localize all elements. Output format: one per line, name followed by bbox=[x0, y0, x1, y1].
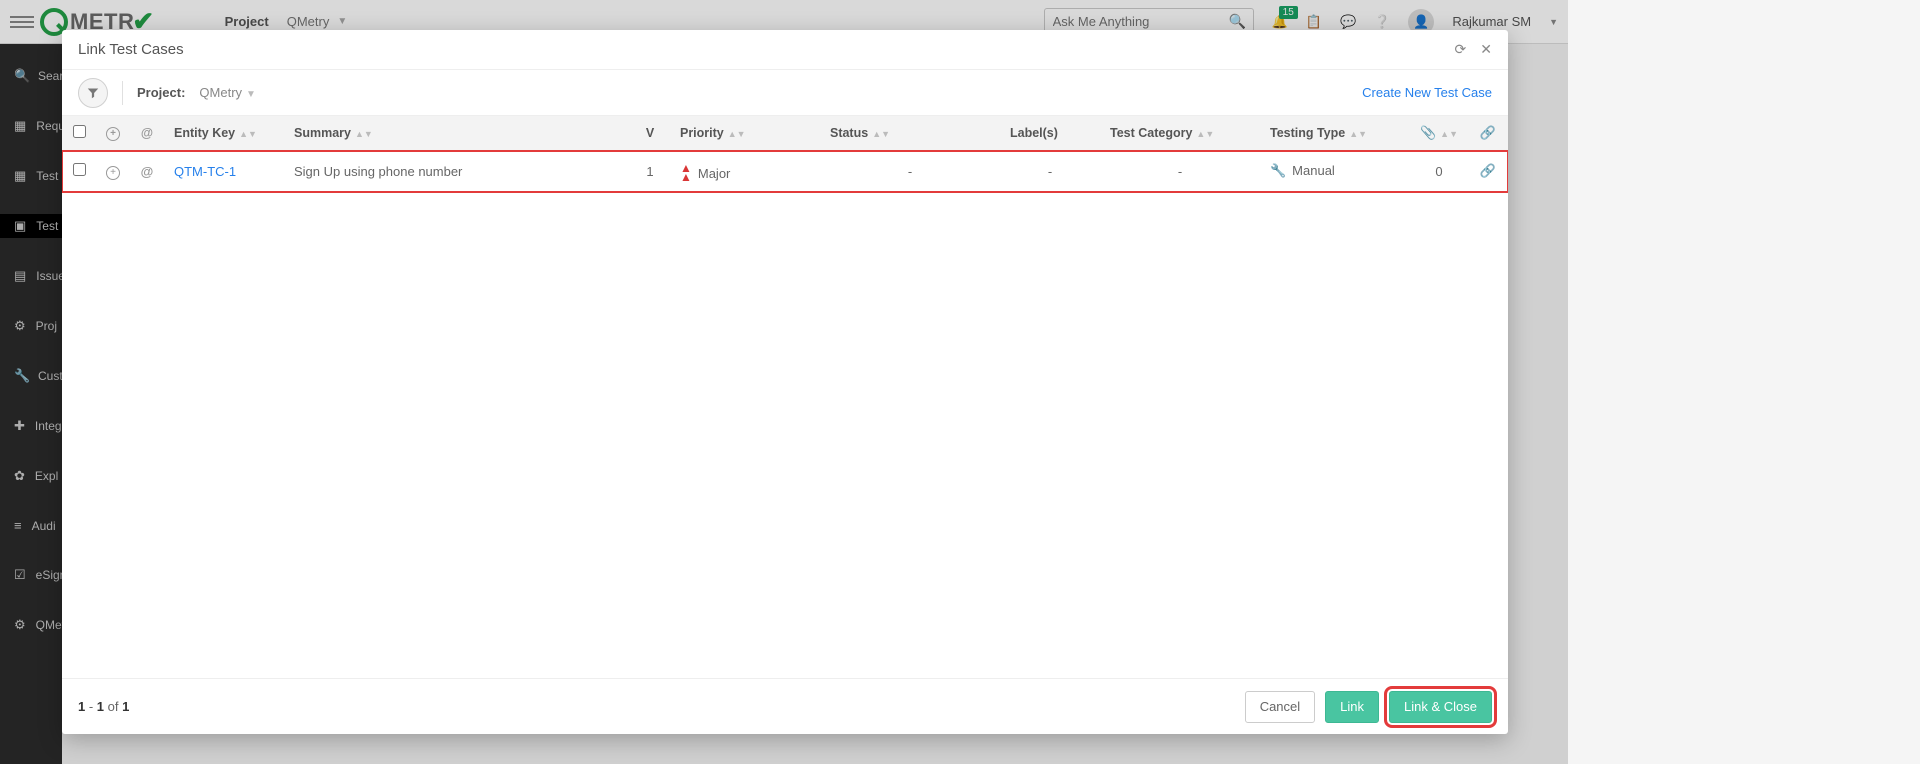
row-checkbox[interactable] bbox=[73, 163, 86, 176]
link-button[interactable]: Link bbox=[1325, 691, 1379, 723]
col-entity-key[interactable]: Entity Key▲▼ bbox=[164, 116, 284, 151]
attachments-cell: 0 bbox=[1410, 151, 1468, 192]
modal-footer: 1 - 1 of 1 Cancel Link Link & Close bbox=[62, 678, 1508, 734]
link-icon: 🔗 bbox=[1480, 125, 1496, 140]
table-row[interactable]: + @ QTM-TC-1 Sign Up using phone number1 ▲▲M… bbox=[62, 151, 1508, 192]
col-testing-type[interactable]: Testing Type▲▼ bbox=[1260, 116, 1410, 151]
refresh-icon[interactable]: ⟳ bbox=[1455, 41, 1467, 58]
col-add: + bbox=[96, 116, 130, 151]
col-summary[interactable]: Summary▲▼ bbox=[284, 116, 630, 151]
attachment-icon: 📎 bbox=[1420, 125, 1436, 140]
project-dropdown[interactable]: QMetry▼ bbox=[199, 85, 256, 100]
col-test-category[interactable]: Test Category▲▼ bbox=[1100, 116, 1260, 151]
sort-icon: ▲▼ bbox=[239, 131, 257, 137]
plus-icon: + bbox=[106, 127, 120, 141]
labels-cell: - bbox=[1000, 151, 1100, 192]
link-icon[interactable]: 🔗 bbox=[1480, 163, 1496, 178]
filter-icon bbox=[87, 87, 99, 99]
col-select-all[interactable] bbox=[62, 116, 96, 151]
col-mention: @ bbox=[130, 116, 164, 151]
link-and-close-button[interactable]: Link & Close bbox=[1389, 691, 1492, 723]
project-label: Project: bbox=[137, 85, 185, 100]
close-icon[interactable]: ✕ bbox=[1480, 41, 1492, 58]
test-cases-table: + @ Entity Key▲▼ Summary▲▼ V Priority▲▼ … bbox=[62, 116, 1508, 678]
link-test-cases-modal: Link Test Cases ⟳ ✕ Project: QMetry▼ Cre… bbox=[62, 30, 1508, 734]
summary-cell: Sign Up using phone number bbox=[284, 151, 630, 192]
col-links: 🔗 bbox=[1468, 116, 1508, 151]
sort-icon: ▲▼ bbox=[1349, 131, 1367, 137]
sort-icon: ▲▼ bbox=[872, 131, 890, 137]
at-icon: @ bbox=[141, 126, 153, 140]
col-labels[interactable]: Label(s) bbox=[1000, 116, 1100, 151]
priority-icon: ▲▲ bbox=[680, 164, 692, 182]
category-cell: - bbox=[1100, 151, 1260, 192]
modal-header: Link Test Cases ⟳ ✕ bbox=[62, 30, 1508, 70]
col-version[interactable]: V bbox=[630, 116, 670, 151]
separator bbox=[122, 81, 123, 105]
sort-icon: ▲▼ bbox=[1196, 131, 1214, 137]
filter-button[interactable] bbox=[78, 78, 108, 108]
version-cell: 1 bbox=[630, 151, 670, 192]
status-cell: - bbox=[820, 151, 1000, 192]
col-status[interactable]: Status▲▼ bbox=[820, 116, 1000, 151]
sort-icon: ▲▼ bbox=[1440, 131, 1458, 137]
sort-icon: ▲▼ bbox=[728, 131, 746, 137]
at-icon: @ bbox=[141, 164, 154, 179]
wrench-icon: 🔧 bbox=[1270, 163, 1286, 178]
priority-cell: ▲▲Major bbox=[680, 164, 730, 182]
cancel-button[interactable]: Cancel bbox=[1245, 691, 1315, 723]
entity-key-link[interactable]: QTM-TC-1 bbox=[174, 164, 236, 179]
testing-type-cell: 🔧Manual bbox=[1260, 151, 1410, 192]
col-attachments[interactable]: 📎 ▲▼ bbox=[1410, 116, 1468, 151]
pagination-info: 1 - 1 of 1 bbox=[78, 699, 129, 714]
create-new-test-case-link[interactable]: Create New Test Case bbox=[1362, 85, 1492, 100]
sort-icon: ▲▼ bbox=[355, 131, 373, 137]
expand-icon[interactable]: + bbox=[106, 166, 120, 180]
chevron-down-icon: ▼ bbox=[246, 89, 256, 100]
modal-title: Link Test Cases bbox=[78, 41, 184, 58]
table-header-row: + @ Entity Key▲▼ Summary▲▼ V Priority▲▼ … bbox=[62, 116, 1508, 151]
col-priority[interactable]: Priority▲▼ bbox=[670, 116, 820, 151]
select-all-checkbox[interactable] bbox=[73, 125, 86, 138]
modal-toolbar: Project: QMetry▼ Create New Test Case bbox=[62, 70, 1508, 116]
